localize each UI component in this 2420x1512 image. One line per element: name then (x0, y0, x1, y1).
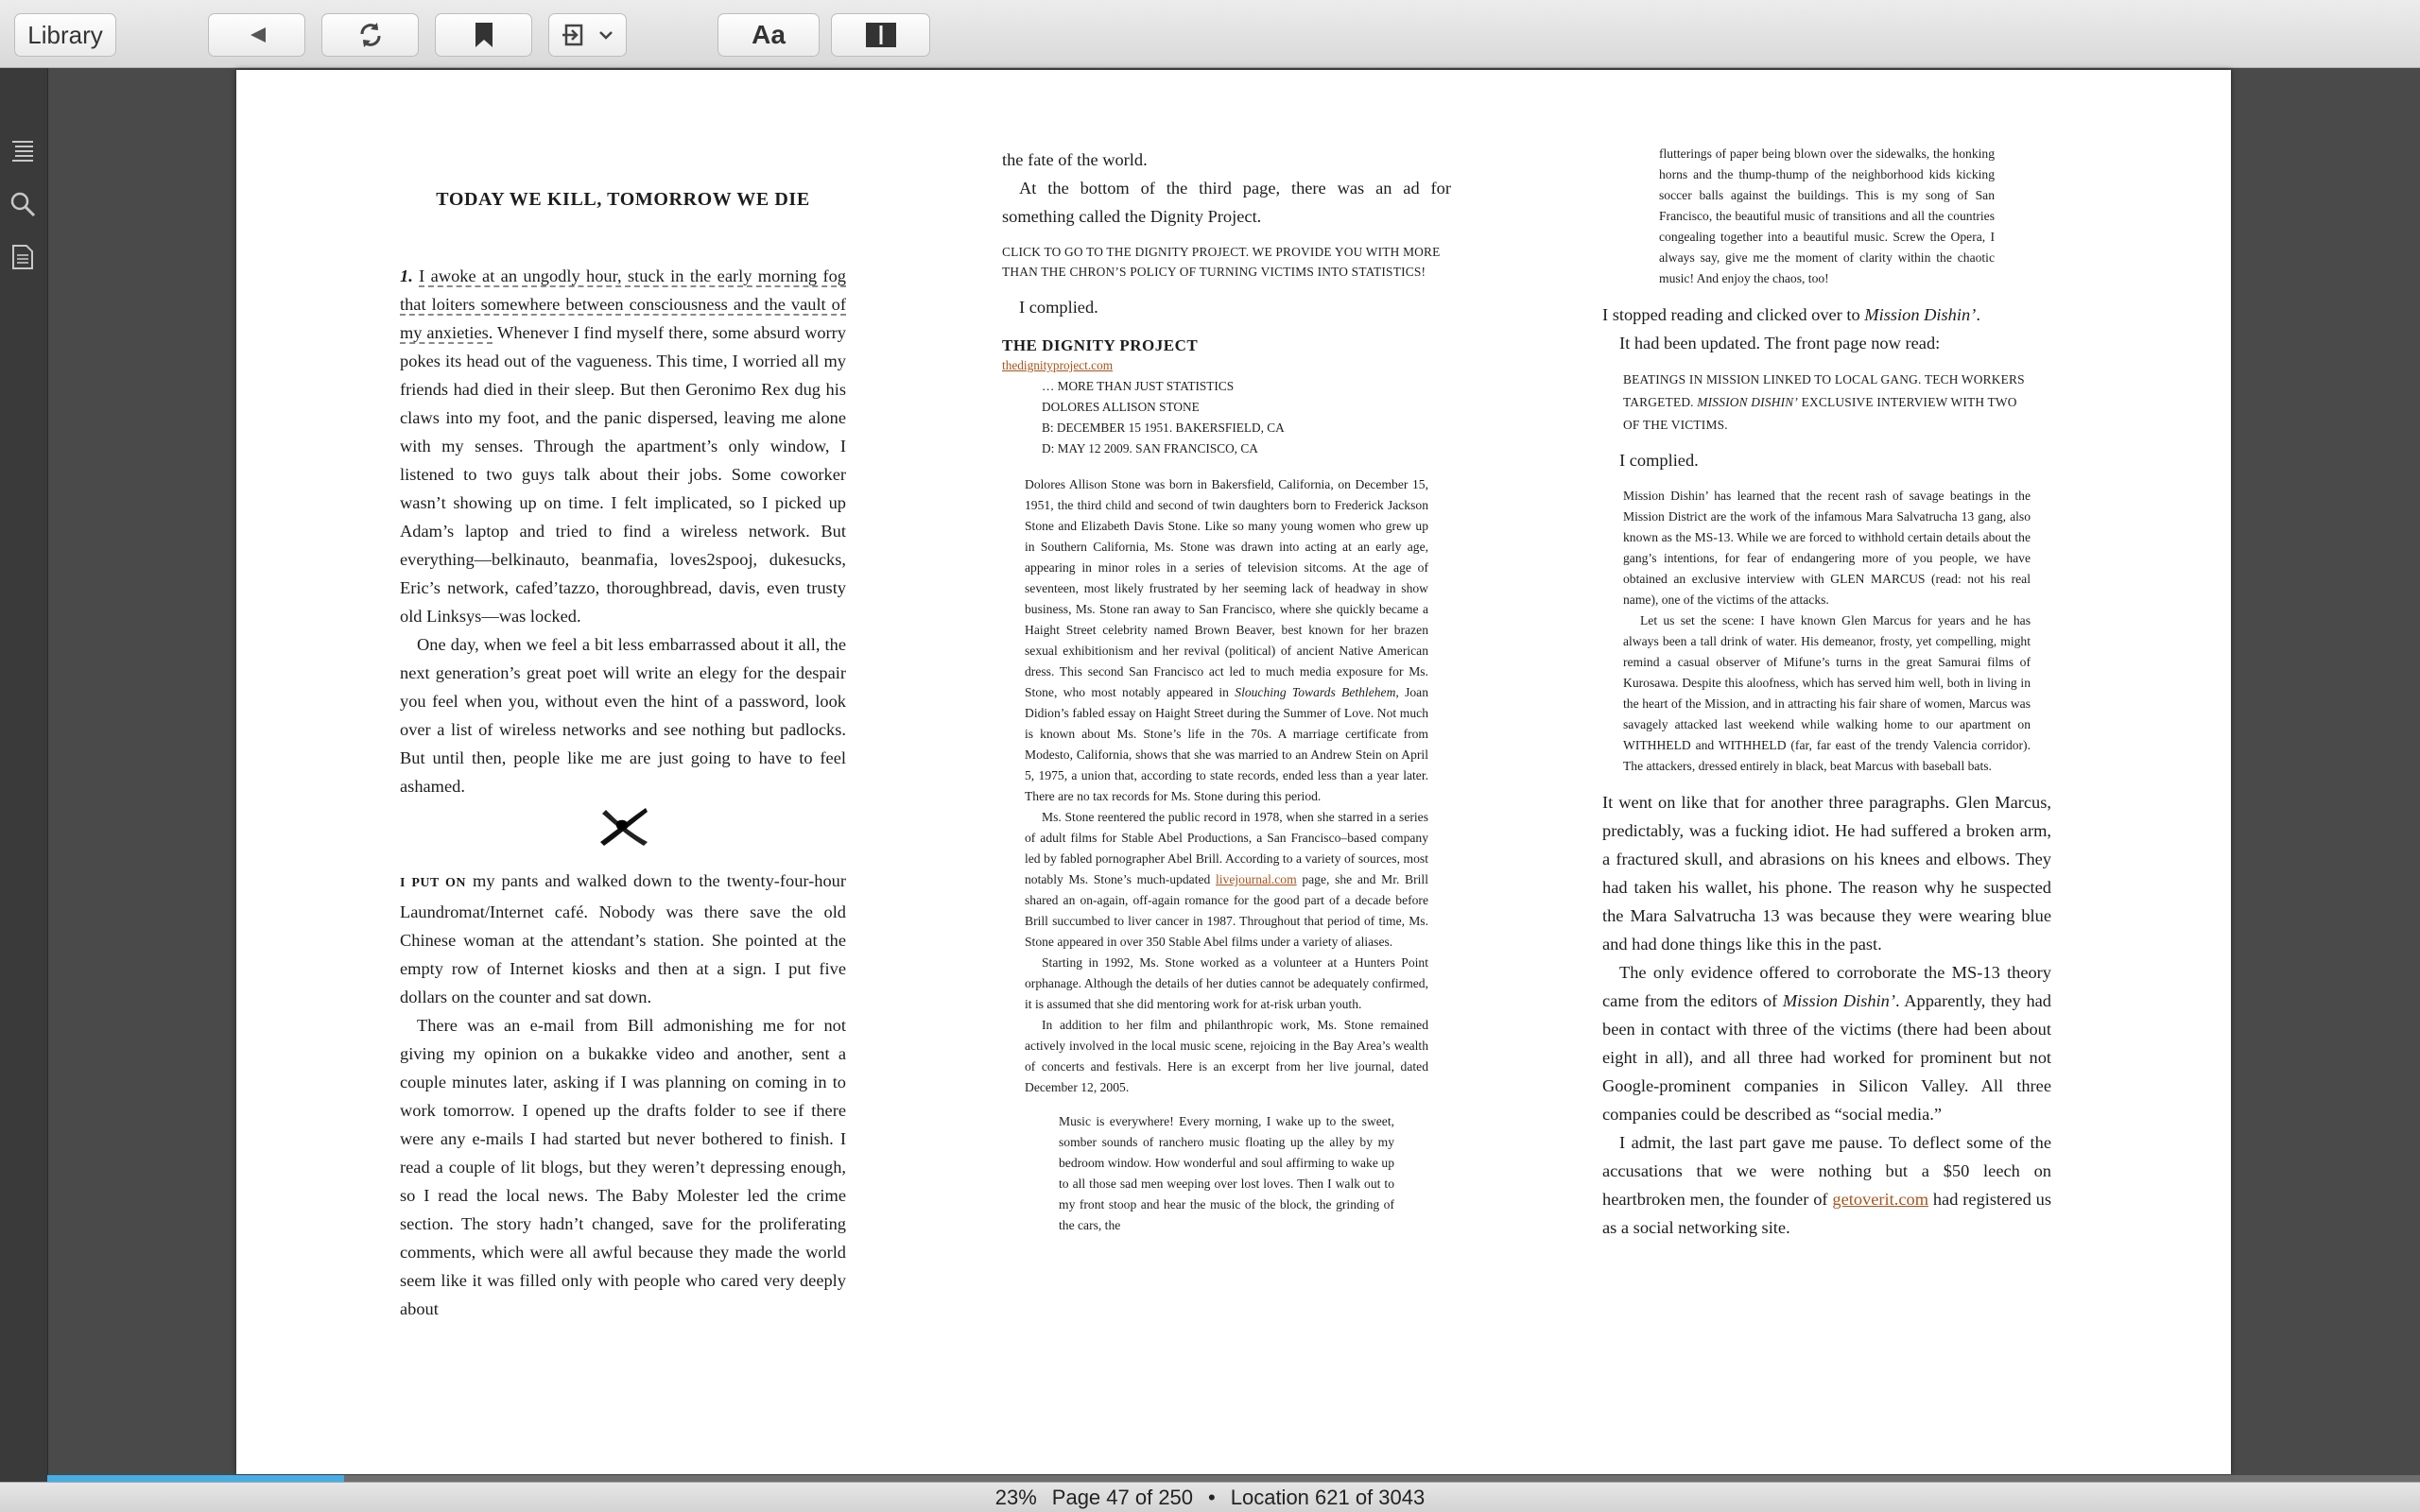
getoverit-link[interactable]: getoverit.com (1832, 1190, 1928, 1209)
paragraph-text: , Joan Didion’s fabled essay on Haight S… (1025, 685, 1428, 803)
chevron-down-icon[interactable] (598, 29, 614, 41)
obituary-header: … MORE THAN JUST STATISTICS DOLORES ALLI… (1002, 376, 1451, 459)
page-indicator: Page 47 of 250 (1051, 1485, 1194, 1509)
paragraph: It went on like that for another three p… (1602, 793, 2051, 954)
ad-text: CLICK TO GO TO THE DIGNITY PROJECT. WE P… (1002, 245, 1441, 279)
paragraph: the fate of the world. (1002, 150, 1148, 169)
quote-text: flutterings of paper being blown over th… (1659, 146, 1995, 285)
paragraph: Mission Dishin’ has learned that the rec… (1623, 489, 2031, 607)
paragraph: Dolores Allison Stone was born in Bakers… (1025, 474, 1428, 807)
search-button[interactable] (8, 189, 38, 219)
paragraph: At the bottom of the third page, there w… (1002, 179, 1451, 226)
livejournal-link[interactable]: livejournal.com (1216, 872, 1297, 886)
paragraph: One day, when we feel a bit less embarra… (400, 635, 846, 796)
blockquote: flutterings of paper being blown over th… (1602, 144, 2051, 289)
obituary-line: … MORE THAN JUST STATISTICS (1042, 379, 1235, 393)
library-button[interactable]: Library (14, 13, 116, 57)
italic-text: Mission Dishin’ (1782, 991, 1895, 1010)
paragraph: Starting in 1992, Ms. Stone worked as a … (1025, 955, 1428, 1011)
paragraph-text: Dolores Allison Stone was born in Bakers… (1025, 477, 1428, 699)
layout-icon (865, 23, 896, 47)
paragraph: I admit, the last part gave me pause. To… (1602, 1128, 2051, 1242)
toc-button[interactable] (8, 136, 38, 166)
paragraph: I stopped reading and clicked over to Mi… (1602, 301, 2051, 329)
paragraph: Let us set the scene: I have known Glen … (1623, 613, 2031, 773)
refresh-button[interactable] (321, 13, 419, 57)
section-break-ornament (400, 800, 846, 861)
font-icon: Aa (752, 20, 786, 49)
paragraph: I PUT ON my pants and walked down to the… (400, 867, 846, 1011)
chapter-title: TODAY WE KILL, TOMORROW WE DIE (436, 189, 810, 210)
obituary-line: D: MAY 12 2009. SAN FRANCISCO, CA (1042, 441, 1258, 455)
dignity-project-title: THE DIGNITY PROJECT (1002, 336, 1199, 354)
obituary-line: DOLORES ALLISON STONE (1042, 400, 1200, 414)
export-button[interactable] (548, 13, 627, 57)
notes-button[interactable] (8, 242, 38, 272)
paragraph: It had been updated. The front page now … (1619, 334, 1941, 352)
percent-read: 23% (994, 1485, 1037, 1509)
article-excerpt: Mission Dishin’ has learned that the rec… (1602, 486, 2051, 777)
page-column-2: the fate of the world. At the bottom of … (1002, 70, 1451, 1236)
book-page[interactable]: TODAY WE KILL, TOMORROW WE DIE 1. I awok… (236, 70, 2231, 1474)
headline-block: BEATINGS IN MISSION LINKED TO LOCAL GANG… (1602, 369, 2051, 437)
separator-dot: • (1208, 1485, 1216, 1509)
location-indicator: Location 621 of 3043 (1230, 1485, 1426, 1509)
paragraph-text: Whenever I find myself there, some absur… (400, 323, 847, 626)
font-settings-button[interactable]: Aa (717, 13, 820, 57)
bookmark-icon (475, 23, 493, 47)
link-text[interactable]: thedignityproject.com (1002, 358, 1113, 372)
status-bar: 23% Page 47 of 250 • Location 621 of 304… (0, 1482, 2420, 1512)
sidebar (0, 68, 48, 1482)
search-icon (10, 192, 36, 217)
obituary-body: Dolores Allison Stone was born in Bakers… (1002, 474, 1451, 1098)
paragraph: In addition to her film and philanthropi… (1025, 1018, 1428, 1094)
italic-text: Mission Dishin’ (1864, 305, 1977, 324)
section-number: 1. (400, 266, 413, 285)
small-caps-lead: I PUT ON (400, 876, 467, 890)
export-icon (562, 24, 583, 46)
back-button[interactable] (208, 13, 305, 57)
dignity-project-link[interactable]: thedignityproject.com (1002, 355, 1451, 376)
quote-text: Music is everywhere! Every morning, I wa… (1059, 1114, 1394, 1232)
paragraph-text: I stopped reading and clicked over to (1602, 305, 1865, 324)
paragraph-text: my pants and walked down to the twenty-f… (400, 871, 847, 1006)
back-icon (250, 27, 266, 43)
paragraph: I complied. (1619, 451, 1699, 470)
notes-icon (12, 245, 33, 269)
toolbar: Library Aa (0, 0, 2420, 68)
page-column-1: TODAY WE KILL, TOMORROW WE DIE 1. I awok… (400, 70, 846, 1323)
page-column-3: flutterings of paper being blown over th… (1602, 70, 2051, 1242)
ornament-icon (600, 808, 648, 846)
layout-button[interactable] (831, 13, 930, 57)
paragraph-text: . Apparently, they had been in contact w… (1602, 991, 2052, 1124)
paragraph: 1. I awoke at an ungodly hour, stuck in … (400, 262, 846, 630)
headline-text: BEATINGS IN MISSION LINKED TO LOCAL GANG… (1623, 369, 2031, 437)
bookmark-button[interactable] (435, 13, 532, 57)
paragraph: Ms. Stone reentered the public record in… (1025, 807, 1428, 953)
italic-text: Slouching Towards Bethlehem (1235, 685, 1396, 699)
italic-text: MISSION DISHIN’ (1697, 395, 1799, 409)
paragraph: There was an e-mail from Bill admonishin… (400, 1016, 846, 1318)
obituary-line: B: DECEMBER 15 1951. BAKERSFIELD, CA (1042, 421, 1285, 435)
paragraph-text: . (1976, 305, 1980, 324)
refresh-icon (360, 23, 380, 47)
paragraph: The only evidence offered to corroborate… (1602, 958, 2051, 1128)
toc-icon (12, 141, 33, 162)
paragraph: I complied. (1019, 298, 1098, 317)
blockquote: Music is everywhere! Every morning, I wa… (1002, 1111, 1451, 1236)
